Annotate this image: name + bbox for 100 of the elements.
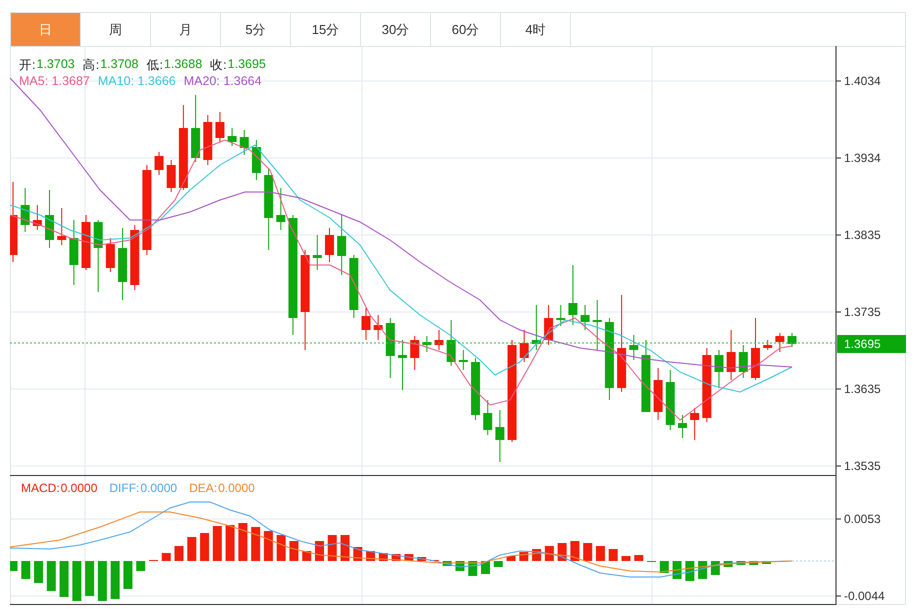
candlestick [386, 318, 395, 378]
macd-legend-value: 0.0000 [60, 481, 98, 495]
candlestick [738, 344, 748, 378]
macd-bar [736, 561, 746, 565]
macd-bar [98, 561, 107, 601]
macd-axis-label: -0.0044 [844, 589, 885, 603]
macd-bar [21, 561, 30, 579]
candlestick [458, 350, 468, 370]
candlestick [361, 308, 370, 340]
candlestick [374, 314, 383, 340]
price-axis-label: 1.3535 [844, 459, 881, 473]
candlestick [154, 152, 164, 176]
ohlc-label: 高: [82, 57, 100, 74]
macd-bar [162, 553, 171, 561]
candlestick [580, 304, 590, 330]
candlestick [775, 332, 784, 352]
candlestick [422, 336, 432, 352]
ohlc-label: 低: [146, 57, 163, 74]
candlestick [495, 410, 504, 462]
macd-bar [251, 527, 260, 561]
macd-bar [315, 541, 324, 561]
candlestick [654, 368, 663, 420]
candlestick [568, 264, 578, 326]
candlestick [20, 188, 30, 232]
macd-bar [187, 537, 196, 561]
candlestick [678, 414, 687, 438]
macd-bar [417, 557, 426, 561]
ma-legend: MA20: 1.3664 [184, 74, 262, 88]
macd-bar [749, 561, 758, 565]
candlestick [410, 336, 420, 370]
candlestick [203, 114, 212, 166]
macd-bar [328, 535, 337, 561]
candlestick [82, 214, 91, 270]
macd-legend-value: 0.0000 [140, 481, 178, 495]
macd-bar [85, 561, 94, 596]
macd-bar [276, 535, 286, 561]
macd-bar [110, 561, 120, 599]
ohlc-value: 1.3688 [164, 57, 202, 73]
candlestick [337, 214, 346, 276]
ohlc-value: 1.3708 [100, 57, 138, 73]
ma-legend: MA10: 1.3666 [98, 74, 176, 88]
macd-bar [238, 523, 248, 561]
price-axis-label: 1.4034 [844, 74, 881, 88]
macd-bar [34, 561, 44, 583]
macd-bar [200, 533, 210, 561]
candlestick [532, 304, 541, 350]
candlestick [228, 128, 237, 146]
ohlc-value: 1.3695 [228, 57, 266, 73]
candlestick [592, 300, 602, 350]
macd-bar [583, 543, 592, 561]
ohlc-label: 收: [210, 57, 227, 74]
macd-bar [10, 561, 18, 571]
candlestick [666, 370, 675, 430]
price-axis-label: 1.3635 [844, 382, 881, 396]
candlestick [252, 140, 261, 180]
candlestick [276, 188, 286, 230]
candlestick [629, 334, 638, 360]
ohlc-value: 1.3703 [36, 57, 75, 73]
macd-axis-label: 0.0053 [844, 512, 881, 526]
macd-bar [289, 541, 298, 561]
macd-bar [506, 556, 516, 561]
candlestick [191, 94, 200, 162]
macd-bar [660, 561, 669, 573]
candlestick [544, 304, 554, 346]
macd-bar [136, 561, 146, 571]
candlestick [750, 318, 760, 380]
candlestick [312, 234, 322, 270]
macd-bar [608, 549, 618, 561]
macd-bar [72, 561, 82, 601]
macd-bar [570, 541, 580, 561]
macd-bar [596, 546, 605, 561]
candlestick [69, 220, 78, 286]
macd-bar [762, 561, 771, 564]
macd-bar [544, 546, 554, 561]
macd-legend-value: 0.0000 [218, 481, 255, 495]
candlestick [556, 304, 566, 326]
macd-bar [710, 561, 720, 575]
macd-bar [60, 561, 69, 597]
candlestick [349, 254, 358, 318]
macd-bar [494, 561, 503, 567]
candlestick [788, 332, 796, 348]
macd-bar [442, 561, 452, 566]
macd-bar [634, 555, 644, 561]
macd-legend-label: MACD: [21, 481, 60, 495]
candlestick [714, 350, 724, 388]
candlestick [471, 358, 480, 420]
macd-bar [174, 546, 184, 561]
macd-bar [46, 561, 56, 591]
candlestick [130, 224, 140, 290]
candlestick [215, 112, 224, 142]
candlestick [520, 330, 529, 362]
candlestick [32, 204, 42, 230]
candlestick [726, 330, 736, 380]
macd-legend-label: DEA: [189, 481, 218, 495]
macd-bar [212, 526, 222, 561]
ohlc-label: 开: [19, 57, 36, 74]
macd-bar [340, 535, 350, 561]
zero-line [792, 560, 836, 562]
candlestick [398, 340, 407, 390]
candlestick [690, 408, 700, 440]
